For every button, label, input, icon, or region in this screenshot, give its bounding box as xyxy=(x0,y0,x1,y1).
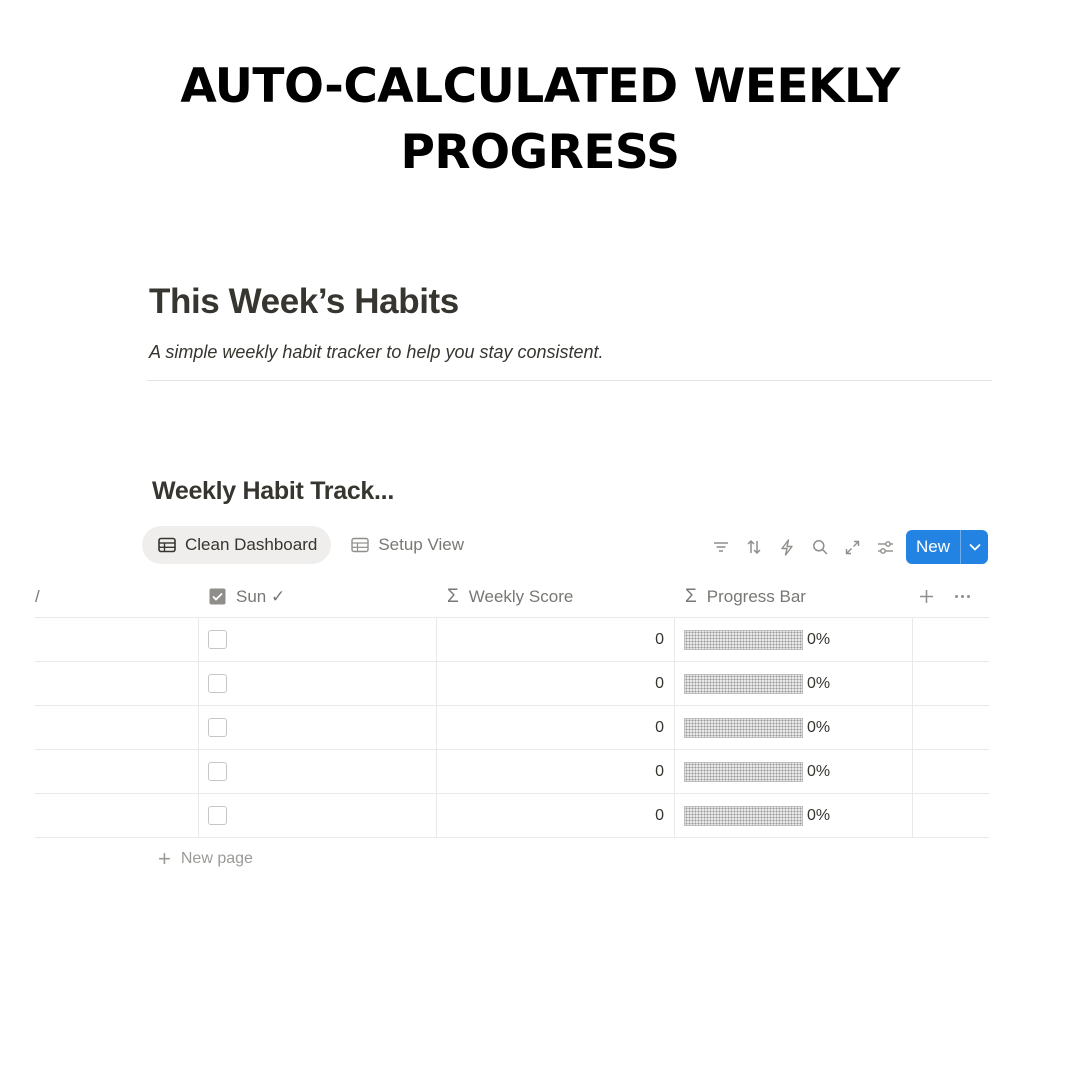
table-header: / Sun ✓ Σ Weekly Score Σ Progress Bar xyxy=(35,575,989,618)
add-property-icon[interactable] xyxy=(919,575,934,618)
column-header-partial[interactable]: / xyxy=(35,575,40,618)
weekly-score-cell: 0 xyxy=(436,706,664,749)
sort-icon[interactable] xyxy=(737,530,770,564)
weekly-score-cell: 0 xyxy=(436,794,664,837)
new-button[interactable]: New xyxy=(906,530,960,564)
promo-heading: AUTO-CALCULATED WEEKLY PROGRESS xyxy=(0,54,1080,186)
weekly-score-cell: 0 xyxy=(436,618,664,661)
column-header-weekly-score[interactable]: Σ Weekly Score xyxy=(447,575,573,618)
settings-icon[interactable] xyxy=(869,530,902,564)
column-divider xyxy=(674,618,675,661)
column-header-label: Weekly Score xyxy=(468,586,574,606)
tab-label: Clean Dashboard xyxy=(185,535,318,554)
column-divider xyxy=(198,706,199,749)
progress-percent: 0% xyxy=(807,630,831,648)
new-button-group: New xyxy=(906,530,989,564)
table-icon xyxy=(158,537,176,553)
column-divider xyxy=(912,750,913,793)
weekly-score-value: 0 xyxy=(655,674,664,692)
table-icon xyxy=(351,537,370,553)
column-header-label: Sun ✓ xyxy=(236,586,286,606)
progress-percent: 0% xyxy=(807,762,831,780)
column-divider xyxy=(198,794,199,837)
view-tabs: Clean Dashboard Setup View xyxy=(142,526,478,564)
table-body: 0 0% 0 0% 0 0% 0 0% 0 0% xyxy=(35,618,989,838)
progress-percent: 0% xyxy=(807,674,831,692)
sun-checkbox[interactable] xyxy=(208,762,227,781)
sun-checkbox[interactable] xyxy=(208,806,227,825)
column-divider xyxy=(912,618,913,661)
progress-bar xyxy=(684,673,803,694)
sun-cell xyxy=(208,706,227,749)
weekly-score-value: 0 xyxy=(655,806,664,824)
new-page-label: New page xyxy=(180,850,253,867)
column-divider xyxy=(912,706,913,749)
column-divider xyxy=(912,662,913,705)
weekly-score-value: 0 xyxy=(655,718,664,736)
plus-icon: + xyxy=(158,846,171,871)
weekly-score-value: 0 xyxy=(655,630,664,648)
column-divider xyxy=(674,750,675,793)
sun-cell xyxy=(208,618,227,661)
promo-heading-line-2: PROGRESS xyxy=(400,125,680,180)
database-toolbar: New xyxy=(704,530,989,564)
progress-bar-cell: 0% xyxy=(684,750,830,793)
column-divider xyxy=(912,794,913,837)
sun-checkbox[interactable] xyxy=(208,718,227,737)
column-divider xyxy=(674,794,675,837)
new-page-button[interactable]: + New page xyxy=(158,848,253,870)
column-divider xyxy=(674,706,675,749)
column-divider xyxy=(198,662,199,705)
sun-cell xyxy=(208,662,227,705)
page-title: This Week’s Habits xyxy=(149,282,459,321)
divider xyxy=(147,380,992,381)
table-row[interactable]: 0 0% xyxy=(35,662,989,706)
sigma-icon: Σ xyxy=(685,585,697,607)
progress-bar-cell: 0% xyxy=(684,706,830,749)
weekly-score-cell: 0 xyxy=(436,750,664,793)
tab-clean-dashboard[interactable]: Clean Dashboard xyxy=(142,526,332,564)
column-header-sun[interactable]: Sun ✓ xyxy=(209,575,285,618)
column-header-label: Progress Bar xyxy=(706,586,806,606)
table-row[interactable]: 0 0% xyxy=(35,706,989,750)
progress-bar xyxy=(684,629,803,650)
search-icon[interactable] xyxy=(803,530,836,564)
page-description: A simple weekly habit tracker to help yo… xyxy=(149,342,604,362)
progress-percent: 0% xyxy=(807,718,831,736)
table-row[interactable]: 0 0% xyxy=(35,750,989,794)
progress-bar-cell: 0% xyxy=(684,662,830,705)
sun-cell xyxy=(208,750,227,793)
column-divider xyxy=(198,750,199,793)
filter-icon[interactable] xyxy=(704,530,737,564)
tab-label: Setup View xyxy=(378,535,465,554)
progress-bar xyxy=(684,761,803,782)
sun-cell xyxy=(208,794,227,837)
automation-icon[interactable] xyxy=(770,530,803,564)
weekly-score-cell: 0 xyxy=(436,662,664,705)
checkbox-property-icon xyxy=(209,588,226,605)
progress-percent: 0% xyxy=(807,806,831,824)
table-row[interactable]: 0 0% xyxy=(35,618,989,662)
table-row[interactable]: 0 0% xyxy=(35,794,989,838)
chevron-down-icon[interactable] xyxy=(960,530,988,564)
expand-icon[interactable] xyxy=(836,530,869,564)
progress-bar-cell: 0% xyxy=(684,618,830,661)
habit-table: / Sun ✓ Σ Weekly Score Σ Progress Bar 0 … xyxy=(35,575,989,838)
database-title[interactable]: Weekly Habit Track... xyxy=(152,477,394,506)
tab-setup-view[interactable]: Setup View xyxy=(335,526,478,564)
sun-checkbox[interactable] xyxy=(208,630,227,649)
weekly-score-value: 0 xyxy=(655,762,664,780)
sun-checkbox[interactable] xyxy=(208,674,227,693)
progress-bar xyxy=(684,805,803,826)
progress-bar-cell: 0% xyxy=(684,794,830,837)
promo-heading-line-1: AUTO-CALCULATED WEEKLY xyxy=(180,59,900,114)
progress-bar xyxy=(684,717,803,738)
column-header-progress-bar[interactable]: Σ Progress Bar xyxy=(685,575,806,618)
column-divider xyxy=(674,662,675,705)
more-options-icon[interactable] xyxy=(954,575,971,618)
sigma-icon: Σ xyxy=(447,585,459,607)
column-divider xyxy=(198,618,199,661)
